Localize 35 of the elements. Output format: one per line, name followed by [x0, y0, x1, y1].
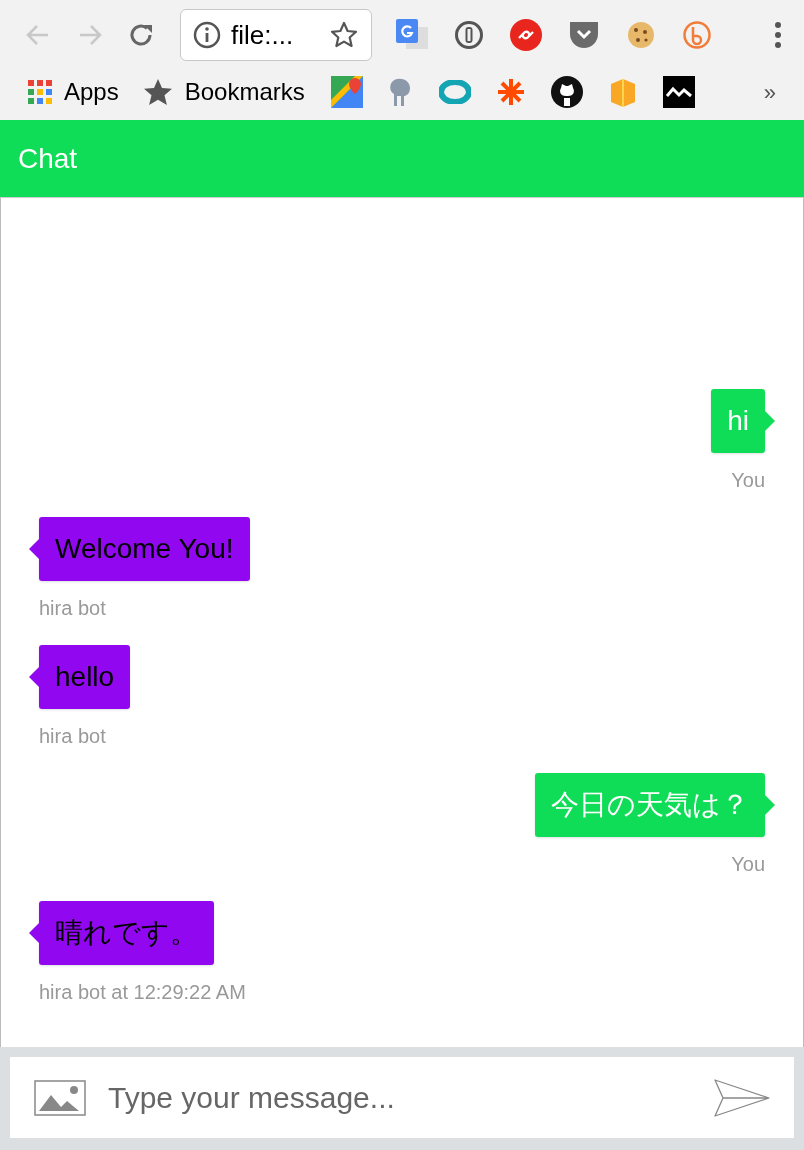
translate-icon[interactable]	[396, 19, 428, 51]
cookie-icon[interactable]	[626, 20, 656, 50]
send-icon[interactable]	[714, 1078, 770, 1117]
ring-icon[interactable]	[438, 80, 471, 104]
message-meta: You	[731, 852, 765, 877]
bubble-tail	[765, 411, 775, 431]
link-circle-icon[interactable]	[510, 19, 542, 51]
map-pin-icon[interactable]	[330, 76, 363, 108]
bubble-tail	[29, 667, 39, 687]
bookmark-link[interactable]: Bookmarks	[142, 74, 305, 110]
address-bar[interactable]: file:...	[180, 9, 372, 61]
bubble-tail	[29, 539, 39, 559]
apps-grid-icon	[28, 80, 52, 104]
bookmark-link[interactable]: Apps	[28, 74, 119, 110]
message-meta: You	[731, 468, 765, 493]
star-icon	[142, 78, 173, 106]
bookmarks-overflow[interactable]: »	[763, 75, 776, 109]
menu-icon[interactable]	[774, 22, 782, 48]
message-meta: hira bot	[39, 724, 106, 749]
bubble-tail	[29, 923, 39, 943]
info-icon[interactable]	[193, 21, 221, 49]
bubble-tail	[765, 795, 775, 815]
image-icon[interactable]	[34, 1079, 86, 1116]
chat-title: Chat	[18, 141, 78, 176]
message-input[interactable]: Type your message...	[108, 1075, 692, 1120]
message-meta: hira bot	[39, 596, 106, 621]
star-icon[interactable]	[329, 20, 359, 50]
mountain-logo-icon[interactable]	[662, 76, 695, 108]
asterisk-icon[interactable]	[495, 77, 526, 107]
message-meta: hira bot at 12:29:22 AM	[39, 980, 246, 1005]
letter-circle-icon[interactable]	[682, 20, 712, 50]
pocket-icon[interactable]	[568, 20, 600, 50]
address-text: file:...	[231, 18, 294, 52]
keyhole-icon[interactable]	[454, 20, 484, 50]
message-field[interactable]: Type your message...	[10, 1057, 794, 1138]
